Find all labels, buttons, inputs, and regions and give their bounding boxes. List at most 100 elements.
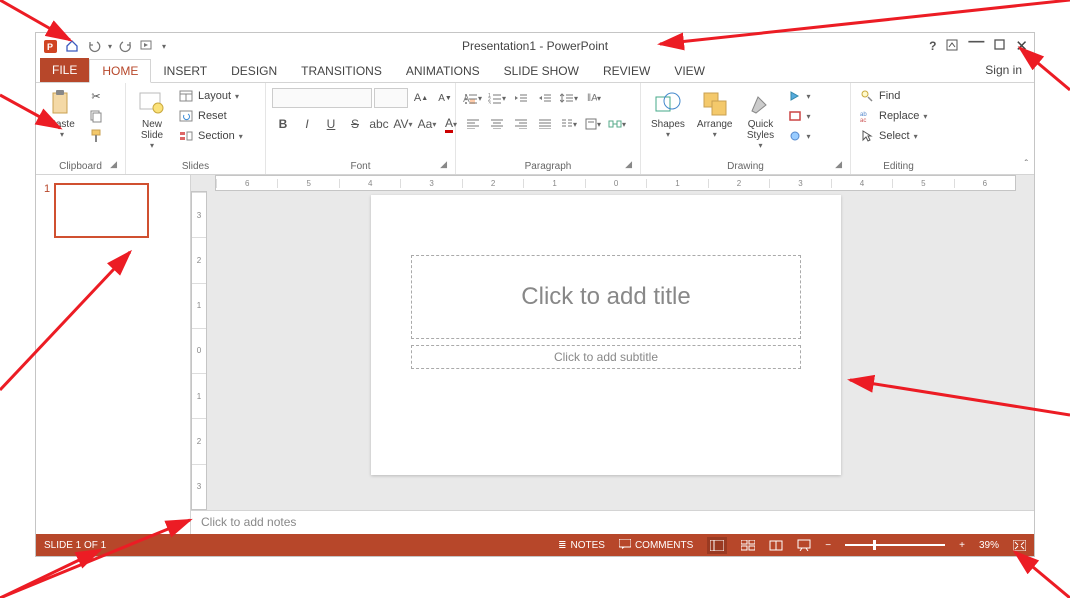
new-slide-dropdown-icon[interactable]: ▾ [150,141,154,150]
select-button[interactable]: Select▾ [857,127,929,145]
copy-button[interactable] [86,107,106,125]
align-center-icon[interactable] [486,113,508,135]
increase-indent-icon[interactable] [534,87,556,109]
drawing-launcher-icon[interactable]: ◢ [835,159,842,170]
start-from-beginning-icon[interactable] [140,38,156,54]
reading-view-icon[interactable] [769,540,783,551]
home-qat-icon[interactable] [64,38,80,54]
shapes-button[interactable]: Shapes▾ [647,87,689,141]
smartart-icon[interactable]: ▾ [606,113,628,135]
paragraph-launcher-icon[interactable]: ◢ [625,159,632,170]
clipboard-launcher-icon[interactable]: ◢ [110,159,117,170]
tab-transitions[interactable]: TRANSITIONS [289,60,394,82]
maximize-icon[interactable] [994,39,1005,53]
tab-file[interactable]: FILE [40,58,89,82]
paste-dropdown-icon[interactable]: ▾ [60,130,64,139]
decrease-indent-icon[interactable] [510,87,532,109]
tab-home[interactable]: HOME [89,59,151,83]
underline-button[interactable]: U [320,113,342,135]
format-painter-button[interactable] [86,127,106,145]
find-button[interactable]: Find [857,87,929,105]
tab-design[interactable]: DESIGN [219,60,289,82]
tab-slideshow[interactable]: SLIDE SHOW [492,60,591,82]
help-icon[interactable]: ? [929,39,936,53]
shape-effects-button[interactable]: ▾ [785,127,813,145]
slide-thumbnail[interactable] [54,183,149,238]
italic-button[interactable]: I [296,113,318,135]
tab-view[interactable]: VIEW [662,60,717,82]
fit-to-window-icon[interactable] [1013,540,1026,551]
font-launcher-icon[interactable]: ◢ [440,159,447,170]
svg-text:P: P [47,42,53,52]
char-spacing-icon[interactable]: AV▾ [392,113,414,135]
slideshow-view-icon[interactable] [797,539,811,551]
select-icon [859,128,875,144]
change-case-icon[interactable]: Aa▾ [416,113,438,135]
zoom-slider[interactable] [845,544,945,546]
increase-font-icon[interactable]: A▲ [410,87,432,109]
notes-toggle[interactable]: ≣NOTES [558,540,605,551]
tab-insert[interactable]: INSERT [151,60,219,82]
layout-button[interactable]: Layout▾ [176,87,245,105]
comments-toggle[interactable]: COMMENTS [619,539,693,552]
replace-button[interactable]: abacReplace▾ [857,107,929,125]
text-direction-icon[interactable]: ‖A▾ [582,87,604,109]
strikethrough-icon[interactable]: S [344,113,366,135]
group-slides-label: Slides [182,161,209,172]
tab-review[interactable]: REVIEW [591,60,662,82]
bullets-icon[interactable]: ▾ [462,87,484,109]
normal-view-icon[interactable] [707,537,727,554]
zoom-level[interactable]: 39% [979,540,999,551]
reset-icon [178,108,194,124]
slide-sorter-view-icon[interactable] [741,540,755,551]
group-editing: Find abacReplace▾ Select▾ Editing [851,83,946,174]
align-left-icon[interactable] [462,113,484,135]
title-placeholder[interactable]: Click to add title [411,255,801,339]
tab-animations[interactable]: ANIMATIONS [394,60,492,82]
zoom-in-icon[interactable]: + [959,540,965,551]
undo-icon[interactable] [86,38,102,54]
justify-icon[interactable] [534,113,556,135]
ribbon-display-icon[interactable] [946,39,958,54]
section-button[interactable]: Section▾ [176,127,245,145]
slide-counter[interactable]: SLIDE 1 OF 1 [44,540,106,551]
shape-outline-button[interactable]: ▾ [785,107,813,125]
notes-pane[interactable]: Click to add notes [191,510,1034,534]
zoom-out-icon[interactable]: − [825,540,831,551]
comments-label: COMMENTS [635,540,693,551]
undo-dropdown-icon[interactable]: ▾ [108,42,112,51]
horizontal-ruler[interactable]: 6543210123456 [215,175,1016,191]
notes-status-label: NOTES [571,540,605,551]
new-slide-button[interactable]: New Slide ▾ [132,87,172,152]
font-family-combo[interactable] [272,88,372,108]
slide-canvas[interactable]: Click to add title Click to add subtitle [371,195,841,475]
qat-customize-icon[interactable]: ▾ [162,42,166,51]
slide-thumbnail-pane[interactable]: 1 [36,175,191,534]
minimize-icon[interactable]: — [968,33,984,51]
sign-in-link[interactable]: Sign in [985,63,1022,77]
vertical-ruler[interactable]: 3210123 [191,191,207,510]
comments-icon [619,539,631,552]
paste-button[interactable]: Paste ▾ [42,87,82,141]
line-spacing-icon[interactable]: ▾ [558,87,580,109]
numbering-icon[interactable]: 123▾ [486,87,508,109]
reset-button[interactable]: Reset [176,107,245,125]
bold-button[interactable]: B [272,113,294,135]
close-icon[interactable]: ✕ [1015,37,1028,55]
align-text-icon[interactable]: ▾ [582,113,604,135]
redo-icon[interactable] [118,38,134,54]
reset-label: Reset [198,110,227,122]
cut-button[interactable]: ✂ [86,87,106,105]
decrease-font-icon[interactable]: A▼ [434,87,456,109]
font-size-combo[interactable] [374,88,408,108]
columns-icon[interactable]: ▾ [558,113,580,135]
arrange-button[interactable]: Arrange▾ [693,87,737,141]
shape-fill-button[interactable]: ▾ [785,87,813,105]
layout-icon [178,88,194,104]
align-right-icon[interactable] [510,113,532,135]
text-shadow-button[interactable]: abc [368,113,390,135]
collapse-ribbon-icon[interactable]: ˆ [1025,159,1028,170]
quick-styles-button[interactable]: Quick Styles▾ [741,87,781,152]
subtitle-placeholder[interactable]: Click to add subtitle [411,345,801,369]
slide-editor[interactable]: 6543210123456 3210123 Click to add title… [191,175,1034,510]
